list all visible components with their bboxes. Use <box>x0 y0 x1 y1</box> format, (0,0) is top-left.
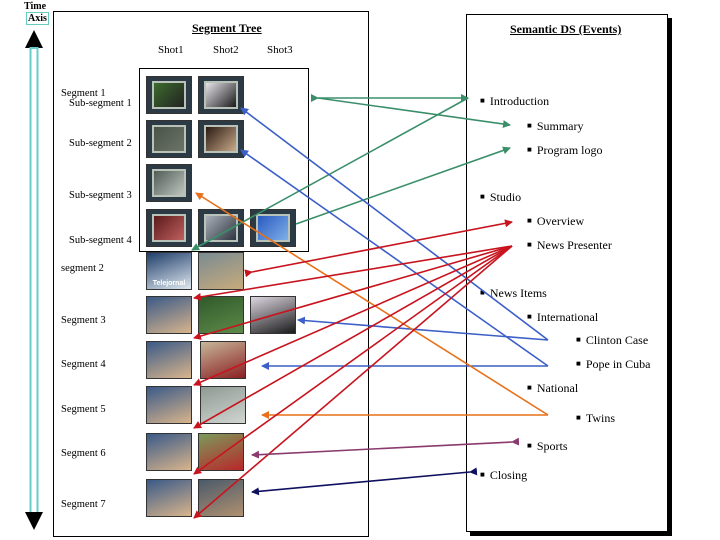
link-introduction-summary <box>317 97 511 128</box>
link-arrows <box>191 94 549 519</box>
link-introduction-subseg4 <box>191 97 469 251</box>
link-program-logo <box>295 146 511 225</box>
link-news-presenter-0 <box>193 245 513 301</box>
link-sports-segment6 <box>251 437 520 459</box>
link-news-presenter-2 <box>193 245 513 386</box>
link-news-presenter-5 <box>193 245 513 519</box>
link-twins-subseg3 <box>195 192 549 416</box>
link-closing-segment7 <box>251 467 478 496</box>
link-overview-segment2 <box>244 219 513 278</box>
link-news-presenter-3 <box>193 245 513 429</box>
link-news-presenter-4 <box>193 245 513 475</box>
link-pope-subseg2 <box>240 149 549 367</box>
